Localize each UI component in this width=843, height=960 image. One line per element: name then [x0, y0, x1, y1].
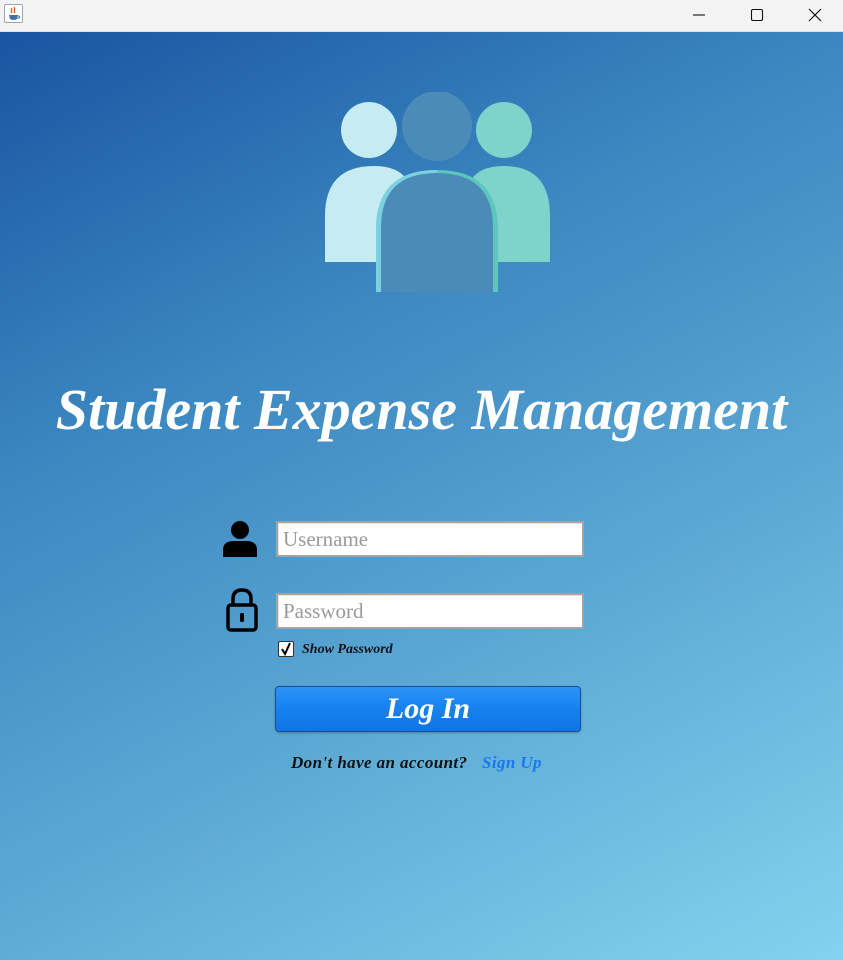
- login-panel: Student Expense Management Show Password…: [0, 32, 843, 960]
- minimize-icon: [693, 14, 705, 16]
- login-window: Student Expense Management Show Password…: [0, 0, 843, 960]
- java-cup-icon[interactable]: [4, 4, 23, 23]
- signup-row: Don't have an account? Sign Up: [0, 752, 843, 774]
- password-input[interactable]: [276, 593, 584, 629]
- minimize-button[interactable]: [670, 0, 728, 31]
- lock-icon: [226, 588, 258, 632]
- app-title: Student Expense Management: [55, 377, 788, 442]
- username-input[interactable]: [276, 521, 584, 557]
- close-button[interactable]: [786, 0, 843, 31]
- show-password-label[interactable]: Show Password: [302, 641, 393, 659]
- login-button[interactable]: Log In: [275, 686, 581, 732]
- show-password-checkbox[interactable]: [278, 641, 294, 657]
- close-icon: [808, 8, 822, 22]
- checkmark-icon: [281, 642, 291, 656]
- user-icon: [223, 521, 257, 557]
- no-account-text: Don't have an account?: [291, 753, 468, 772]
- users-group-icon: [325, 92, 550, 292]
- maximize-button[interactable]: [728, 0, 786, 31]
- signup-link[interactable]: Sign Up: [482, 752, 542, 774]
- maximize-icon: [750, 8, 764, 22]
- title-bar[interactable]: [0, 0, 843, 32]
